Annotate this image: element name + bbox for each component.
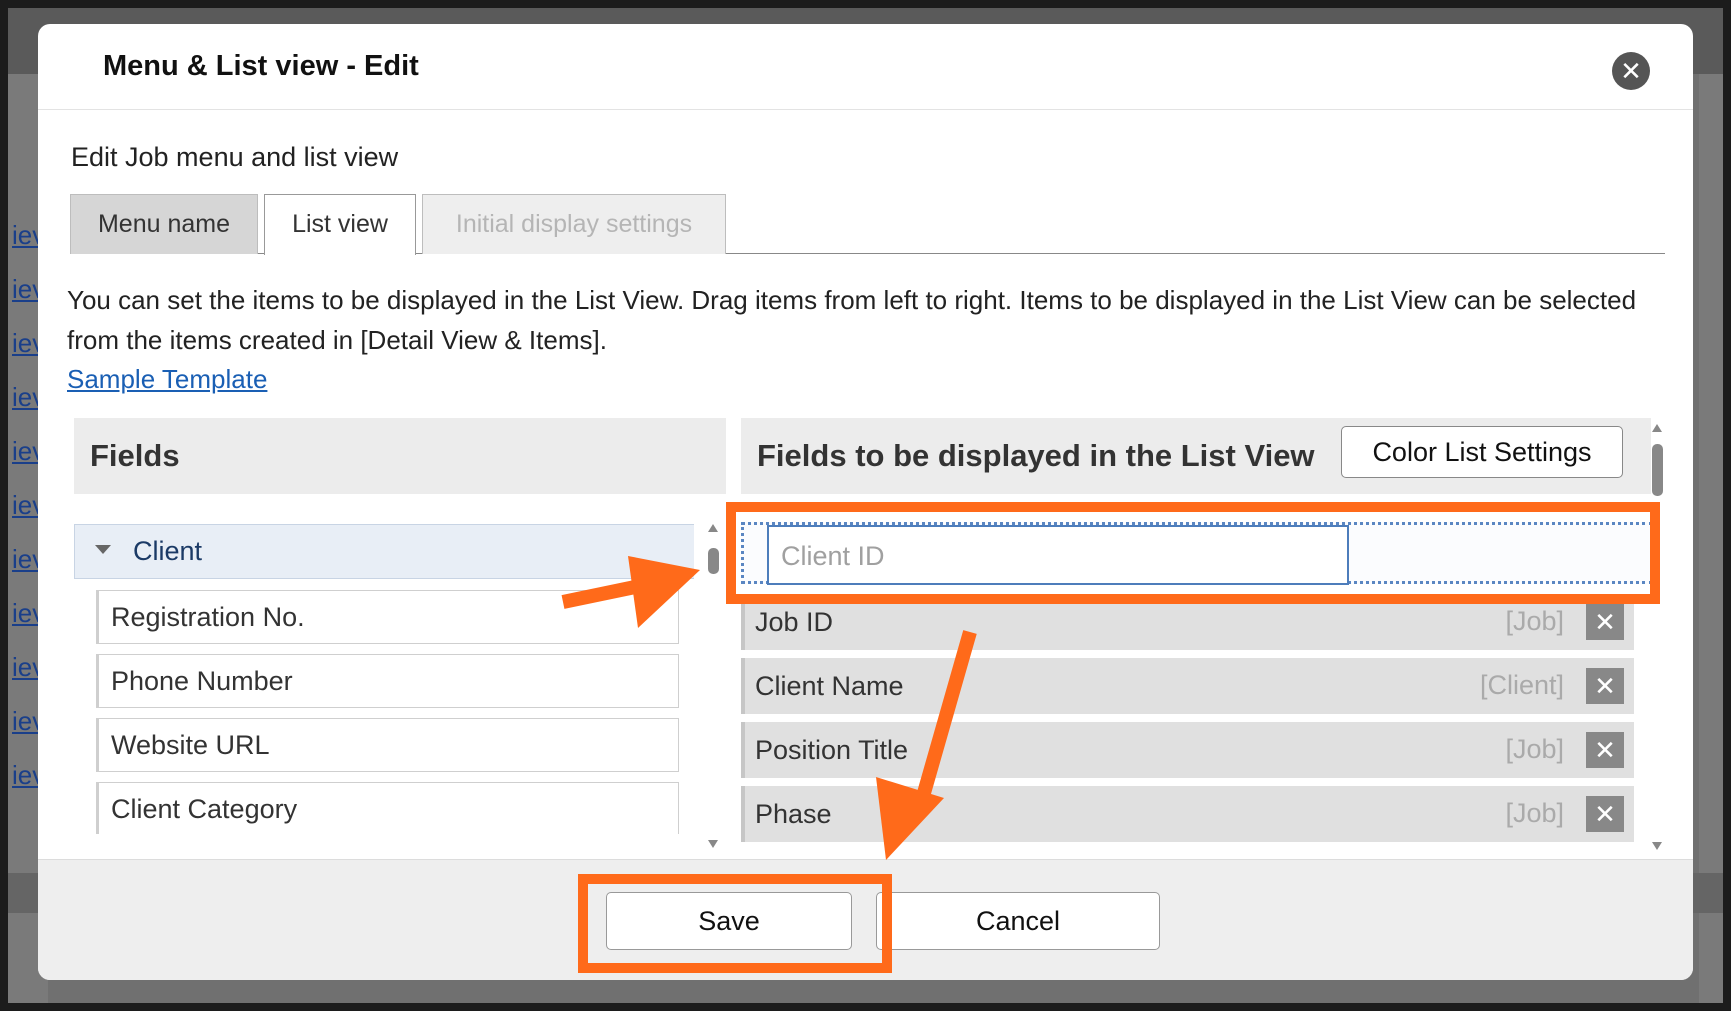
modal-footer: Save Cancel (38, 859, 1693, 980)
modal-header: Menu & List view - Edit ✕ (38, 24, 1693, 110)
display-item-name: Client Name (755, 671, 904, 701)
scroll-down-icon[interactable] (708, 840, 718, 848)
tab-initial-display-settings: Initial display settings (422, 194, 726, 254)
display-panel-title: Fields to be displayed in the List View (757, 438, 1315, 473)
field-group-client[interactable]: Client (74, 524, 694, 579)
color-list-settings-button[interactable]: Color List Settings (1341, 426, 1623, 478)
field-item[interactable]: Registration No. (96, 590, 679, 644)
scroll-up-icon[interactable] (1652, 424, 1662, 432)
display-item-name: Phase (755, 799, 832, 829)
display-item-source: [Job] (1505, 606, 1564, 636)
sample-template-link[interactable]: Sample Template (67, 364, 267, 395)
scroll-up-icon[interactable] (708, 524, 718, 532)
list-view-description: You can set the items to be displayed in… (67, 285, 1637, 355)
scrollbar-thumb[interactable] (1652, 444, 1663, 496)
display-scrollbar[interactable] (1652, 424, 1664, 854)
edit-modal: Menu & List view - Edit ✕ Edit Job menu … (38, 24, 1693, 980)
tab-list-view[interactable]: List view (264, 194, 416, 255)
display-panel-header: Fields to be displayed in the List View … (741, 418, 1651, 494)
fields-panel-title: Fields (90, 438, 180, 473)
fields-list[interactable]: Client Registration No. Phone Number Web… (74, 524, 694, 834)
field-item-label: Client Category (111, 794, 298, 824)
remove-icon[interactable]: ✕ (1586, 604, 1624, 640)
display-item[interactable]: Position Title [Job] ✕ (741, 722, 1634, 778)
background-right-column (1699, 74, 1723, 1003)
display-item[interactable]: Client Name [Client] ✕ (741, 658, 1634, 714)
field-item[interactable]: Phone Number (96, 654, 679, 708)
field-item[interactable]: Website URL (96, 718, 679, 772)
modal-title: Menu & List view - Edit (103, 50, 419, 82)
display-item-source: [Job] (1505, 734, 1564, 764)
remove-icon[interactable]: ✕ (1586, 796, 1624, 832)
close-icon[interactable]: ✕ (1612, 52, 1650, 90)
field-item-label: Registration No. (111, 602, 305, 632)
field-item-label: Phone Number (111, 666, 293, 696)
display-item-source: [Client] (1479, 670, 1564, 700)
field-item[interactable]: Client Category (96, 782, 679, 834)
field-item-label: Website URL (111, 730, 270, 760)
caret-down-icon[interactable] (95, 545, 111, 554)
dragged-field-label: Client ID (781, 541, 885, 571)
display-item-name: Job ID (755, 607, 834, 637)
tab-menu-name[interactable]: Menu name (70, 194, 258, 254)
fields-panel-header: Fields (74, 418, 726, 494)
scroll-down-icon[interactable] (1652, 842, 1662, 850)
dragged-field-placeholder[interactable]: Client ID (767, 525, 1349, 585)
tab-bar: Menu name List view Initial display sett… (70, 194, 1665, 255)
modal-subtitle: Edit Job menu and list view (71, 142, 399, 172)
field-group-label: Client (133, 536, 203, 566)
display-item[interactable]: Job ID [Job] ✕ (741, 594, 1634, 650)
scrollbar-thumb[interactable] (708, 548, 719, 574)
cancel-button[interactable]: Cancel (876, 892, 1160, 950)
display-item-source: [Job] (1505, 798, 1564, 828)
save-button[interactable]: Save (606, 892, 852, 950)
display-item[interactable]: Phase [Job] ✕ (741, 786, 1634, 842)
display-item-name: Position Title (755, 735, 909, 765)
fields-scrollbar[interactable] (708, 524, 720, 854)
remove-icon[interactable]: ✕ (1586, 668, 1624, 704)
remove-icon[interactable]: ✕ (1586, 732, 1624, 768)
